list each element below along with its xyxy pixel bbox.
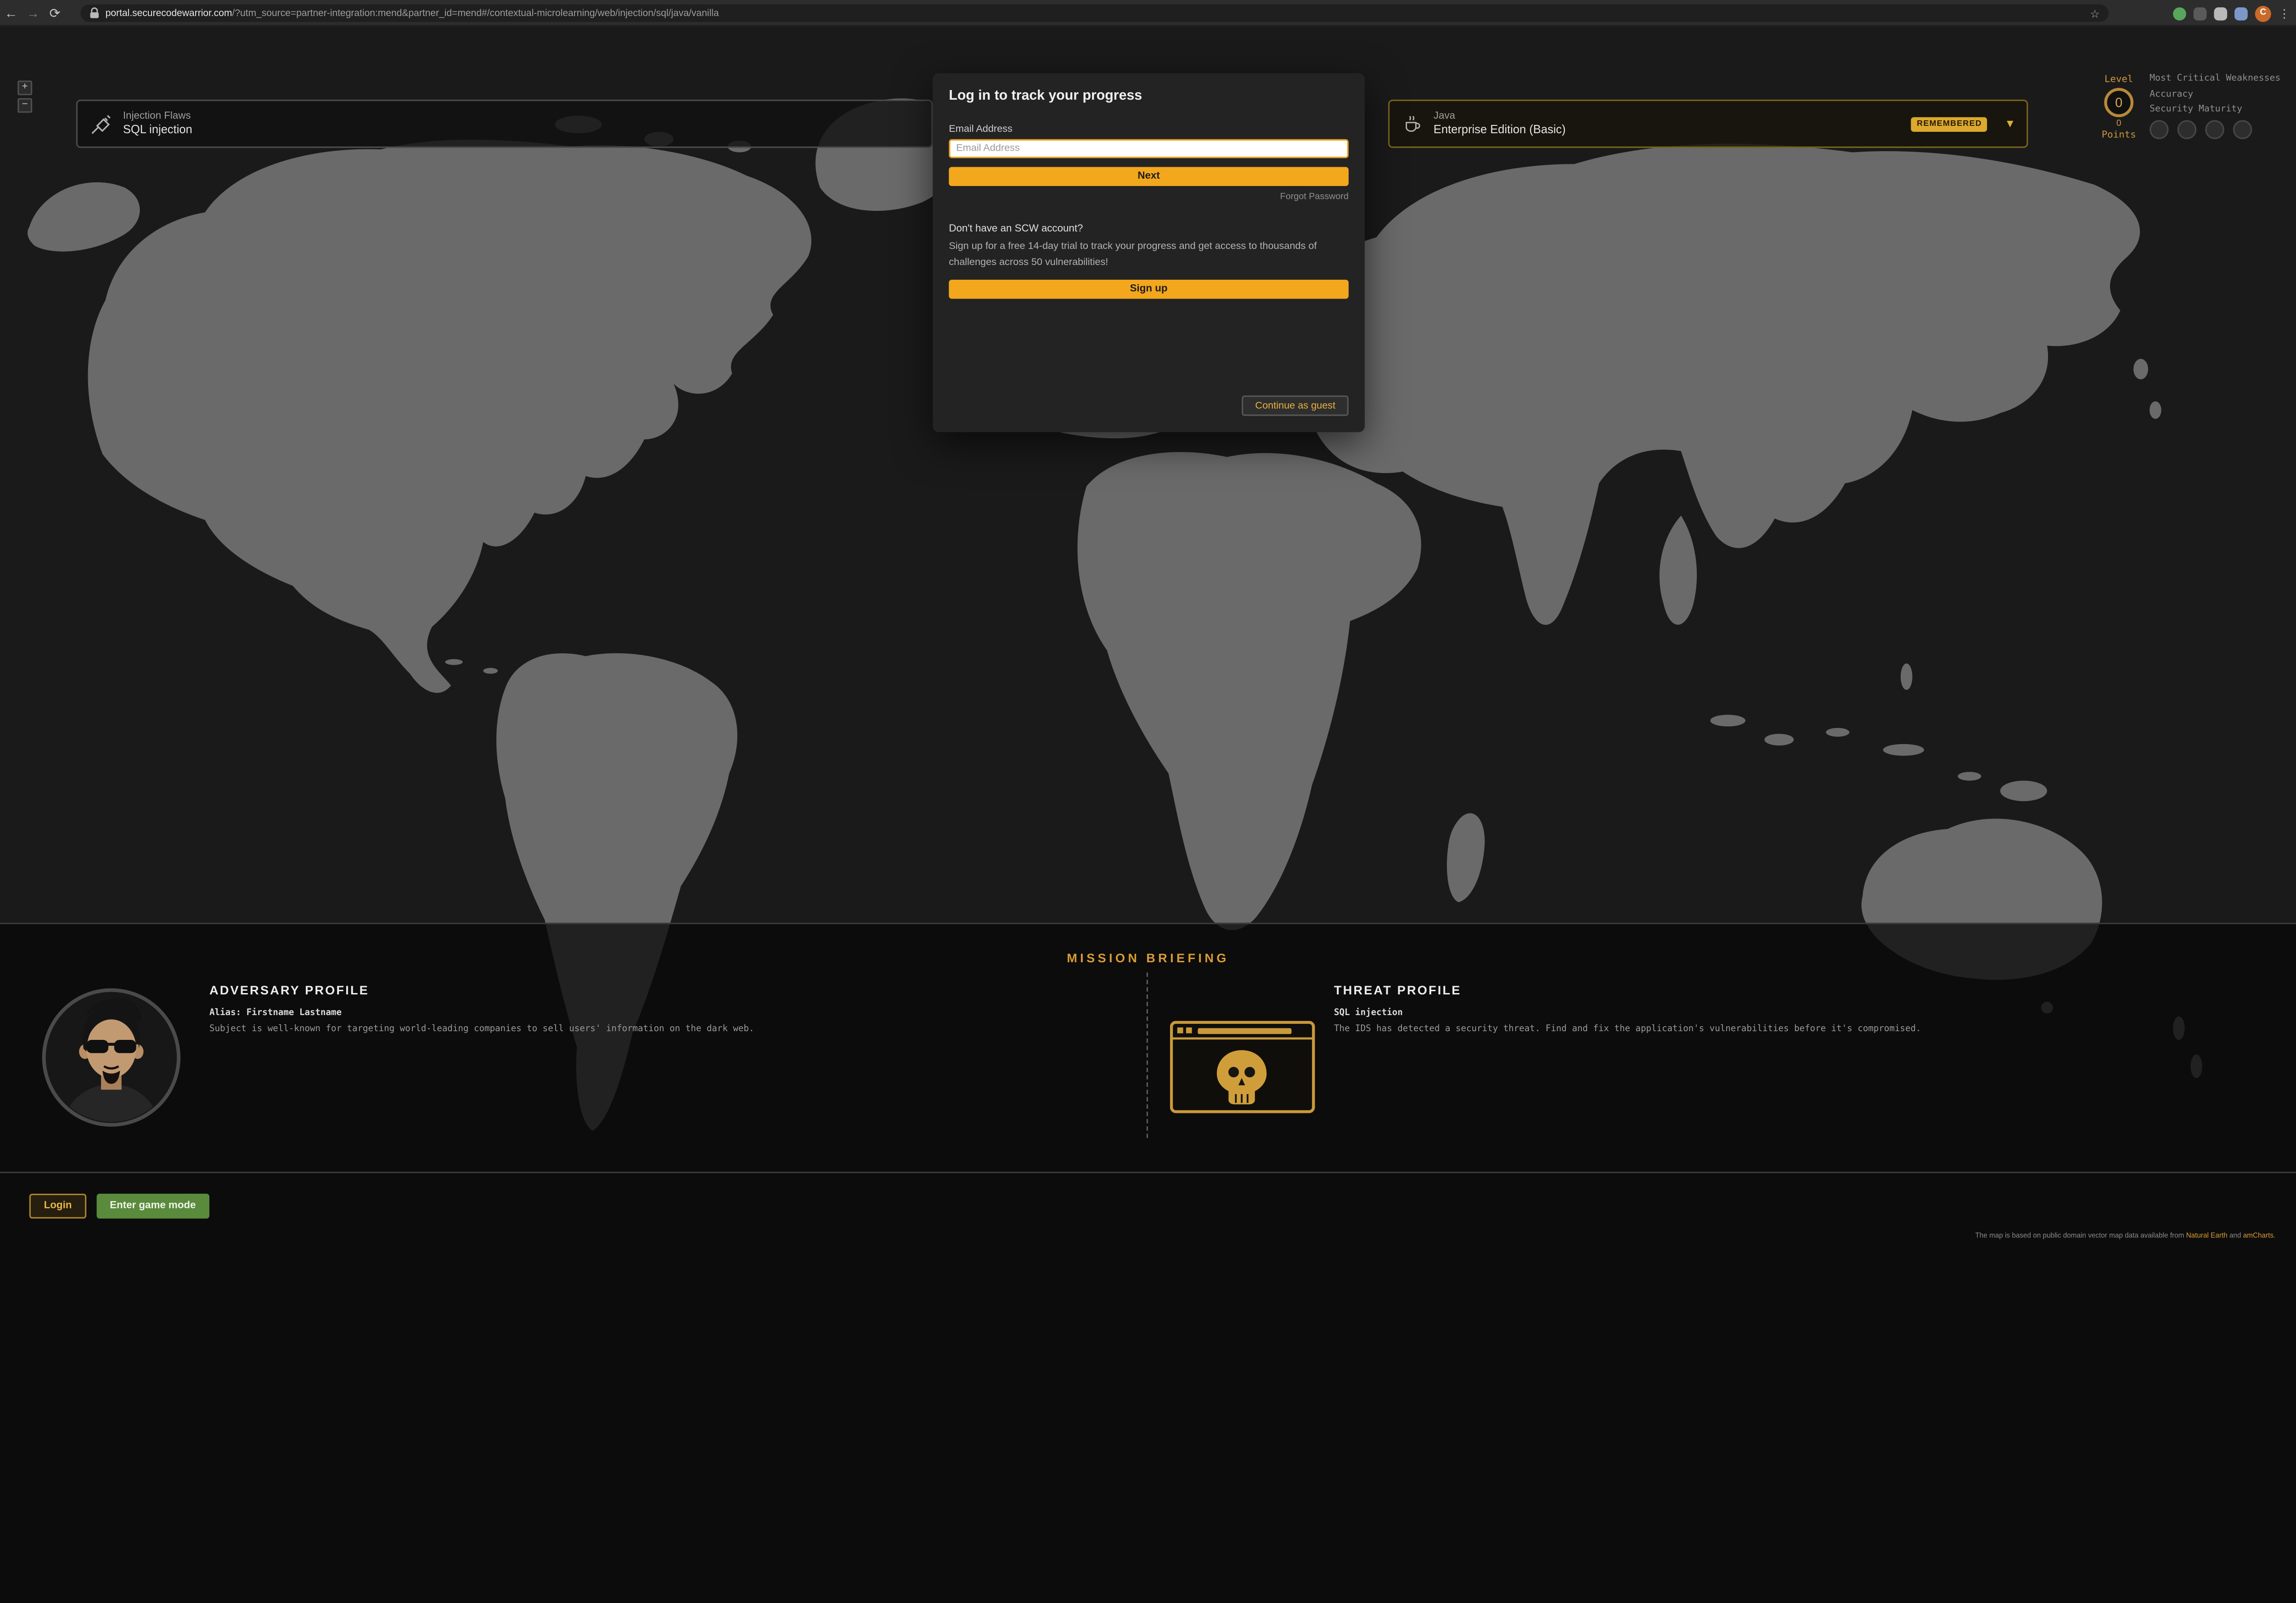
adversary-description: Subject is well-known for targeting worl… <box>209 1022 1088 1036</box>
vulnerability-panel: Injection Flaws SQL injection <box>76 100 933 148</box>
map-credit-mid: and <box>2228 1233 2243 1241</box>
vulnerability-category: Injection Flaws <box>123 111 192 121</box>
stats-panel: Level 0 0 Points Most Critical Weaknesse… <box>2097 73 2293 141</box>
threat-window-illustration <box>1170 1021 1315 1113</box>
mission-divider-top <box>0 923 2296 924</box>
level-label: Level <box>2097 73 2141 85</box>
map-credit: The map is based on public domain vector… <box>1975 1233 2275 1241</box>
level-value: 0 <box>2104 88 2133 117</box>
threat-profile: THREAT PROFILE SQL injection The IDS has… <box>1334 983 2022 1036</box>
weaknesses-block: Most Critical Weaknesses Accuracy Securi… <box>2150 73 2293 141</box>
vulnerability-name: SQL injection <box>123 124 192 137</box>
adversary-heading: ADVERSARY PROFILE <box>209 983 1088 998</box>
lock-icon <box>90 7 100 19</box>
mission-vertical-divider <box>1147 972 1148 1138</box>
signup-button[interactable]: Sign up <box>949 280 1349 299</box>
level-block: Level 0 0 Points <box>2097 73 2141 141</box>
url-domain: portal.securecodewarrior.com <box>106 8 232 18</box>
bottom-overlay <box>0 923 2296 1255</box>
enter-game-mode-button[interactable]: Enter game mode <box>96 1194 209 1219</box>
maturity-badges <box>2150 119 2293 138</box>
security-maturity-label: Security Maturity <box>2150 104 2293 114</box>
extension-icon-1[interactable] <box>2173 6 2186 20</box>
language-edition: Enterprise Edition (Basic) <box>1434 124 1566 137</box>
reload-icon[interactable]: ⟳ <box>44 0 66 26</box>
email-label: Email Address <box>949 124 1349 135</box>
more-menu-icon[interactable]: ⋮ <box>2279 6 2290 20</box>
threat-heading: THREAT PROFILE <box>1334 983 2022 998</box>
injection-icon <box>91 113 112 134</box>
login-button[interactable]: Login <box>29 1194 87 1219</box>
adversary-alias: Alias: Firstname Lastname <box>209 1008 1088 1018</box>
accuracy-label: Accuracy <box>2150 89 2293 99</box>
map-zoom-controls: + − <box>17 80 32 116</box>
browser-toolbar: ← → ⟳ portal.securecodewarrior.com/?utm_… <box>0 0 2296 26</box>
extension-icon-3[interactable] <box>2214 6 2227 20</box>
browser-actions: C ⋮ <box>2173 0 2290 26</box>
continue-as-guest-button[interactable]: Continue as guest <box>1242 395 1349 416</box>
maturity-badge <box>2178 119 2196 138</box>
mission-briefing-title: MISSION BRIEFING <box>0 951 2296 965</box>
bookmark-star-icon[interactable]: ☆ <box>2090 6 2099 20</box>
map-credit-prefix: The map is based on public domain vector… <box>1975 1233 2186 1241</box>
url-path: /?utm_source=partner-integration:mend&pa… <box>232 8 719 18</box>
modal-title: Log in to track your progress <box>949 88 1349 104</box>
page: ← → ⟳ portal.securecodewarrior.com/?utm_… <box>0 0 2296 1255</box>
most-critical-label: Most Critical Weaknesses <box>2150 73 2293 83</box>
extension-icon-2[interactable] <box>2194 6 2207 20</box>
no-account-text: Don't have an SCW account? <box>949 224 1349 234</box>
email-field[interactable] <box>949 139 1349 158</box>
zoom-out-button[interactable]: − <box>17 98 32 113</box>
maturity-badge <box>2233 119 2252 138</box>
language-name: Java <box>1434 111 1566 121</box>
language-selector[interactable]: Java Enterprise Edition (Basic) REMEMBER… <box>1388 100 2028 148</box>
maturity-badge <box>2205 119 2224 138</box>
modal-footer: Continue as guest <box>949 395 1349 416</box>
profile-avatar[interactable]: C <box>2255 5 2271 21</box>
next-button[interactable]: Next <box>949 167 1349 186</box>
address-bar[interactable]: portal.securecodewarrior.com/?utm_source… <box>80 5 2108 22</box>
footer-divider <box>0 1172 2296 1173</box>
forward-icon[interactable]: → <box>22 0 44 26</box>
sidebar-icon[interactable] <box>2234 6 2248 20</box>
points-label: Points <box>2097 129 2141 141</box>
back-icon[interactable]: ← <box>0 0 22 26</box>
adversary-profile: ADVERSARY PROFILE Alias: Firstname Lastn… <box>209 983 1088 1036</box>
map-credit-link-2[interactable]: amCharts <box>2243 1233 2273 1241</box>
login-modal: Log in to track your progress Email Addr… <box>933 73 1365 432</box>
java-icon <box>1403 114 1422 133</box>
maturity-badge <box>2150 119 2168 138</box>
signup-text: Sign up for a free 14-day trial to track… <box>949 240 1349 271</box>
threat-name: SQL injection <box>1334 1008 2022 1018</box>
forgot-password-link[interactable]: Forgot Password <box>949 192 1349 202</box>
url-text: portal.securecodewarrior.com/?utm_source… <box>106 8 2084 18</box>
chevron-down-icon[interactable]: ▾ <box>2007 116 2013 132</box>
zoom-in-button[interactable]: + <box>17 80 32 95</box>
map-credit-suffix: . <box>2273 1233 2275 1241</box>
threat-description: The IDS has detected a security threat. … <box>1334 1022 2022 1036</box>
map-credit-link-1[interactable]: Natural Earth <box>2186 1233 2228 1241</box>
adversary-avatar <box>41 987 181 1128</box>
points-value: 0 <box>2097 120 2141 129</box>
remembered-badge: REMEMBERED <box>1911 117 1988 131</box>
